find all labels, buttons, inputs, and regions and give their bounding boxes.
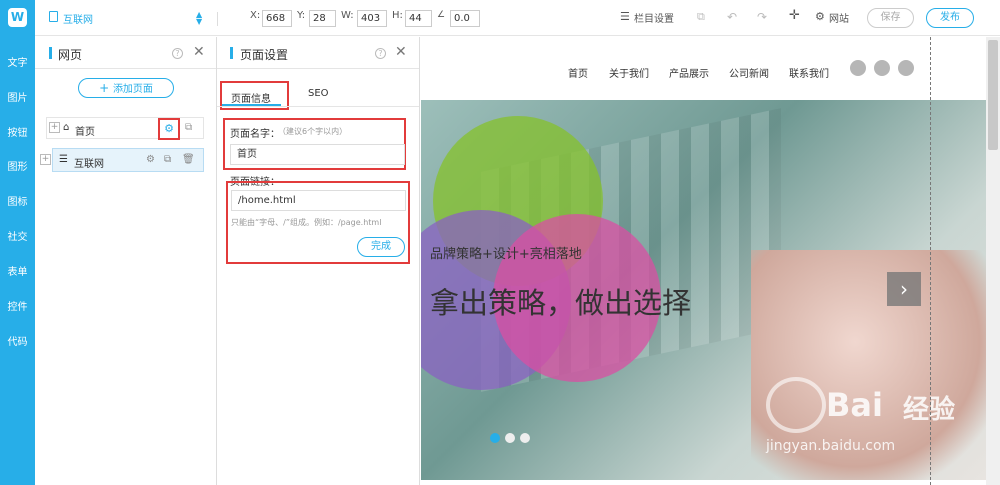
tab-label: 页面信息 <box>231 94 271 105</box>
pages-panel-title: 网页 <box>58 48 83 62</box>
sidebar-item-code[interactable]: 代码 <box>0 333 35 348</box>
divider <box>217 12 218 26</box>
wechat-icon[interactable] <box>874 60 890 76</box>
nav-products[interactable]: 产品展示 <box>669 65 709 80</box>
page-name-hint: （建议6个字以内） <box>278 127 348 136</box>
angle-input[interactable]: 0.0 <box>450 10 480 27</box>
y-label: Y: <box>297 10 306 21</box>
x-label: X: <box>250 10 261 21</box>
column-settings[interactable]: 栏目设置 <box>634 10 674 25</box>
sidebar-item-shape[interactable]: 图形 <box>0 158 35 173</box>
page-icon <box>49 11 58 22</box>
page-preview[interactable]: 首页 关于我们 产品展示 公司新闻 联系我们 品牌策略+设计+亮相落地 拿出策略… <box>421 37 986 485</box>
page-link-input[interactable]: /home.html <box>231 190 406 211</box>
site-settings[interactable]: 网站 <box>829 10 849 25</box>
delete-icon[interactable]: 🗑 <box>182 154 195 165</box>
hero-title: 拿出策略，做出选择 <box>430 286 692 320</box>
weibo-icon[interactable] <box>898 60 914 76</box>
watermark-brand: Bai <box>826 386 883 424</box>
tab-seo[interactable]: SEO <box>308 88 329 99</box>
site-switch-icon[interactable]: ▲ ▼ <box>196 11 202 26</box>
title-accent <box>230 47 233 59</box>
publish-button[interactable]: 发布 <box>926 8 974 28</box>
help-icon[interactable]: ? <box>172 48 183 59</box>
expand-icon[interactable]: + <box>40 154 51 165</box>
settings-panel-title: 页面设置 <box>240 48 289 62</box>
done-button[interactable]: 完成 <box>357 237 405 257</box>
gear-icon[interactable]: ⚙ <box>146 154 155 165</box>
qq-icon[interactable] <box>850 60 866 76</box>
guide-line <box>930 37 931 485</box>
carousel-dot[interactable] <box>520 433 530 443</box>
h-label: H: <box>392 10 403 21</box>
save-button[interactable]: 保存 <box>867 8 914 28</box>
redo-icon[interactable]: ↷ <box>757 10 767 24</box>
expand-icon[interactable]: + <box>49 122 60 133</box>
page-row-home[interactable]: + ⌂ 首页 ⚙ ⧉ <box>46 117 204 140</box>
page-row-internet[interactable]: + ☰ 互联网 ⚙ ⧉ 🗑 <box>40 148 204 172</box>
scrollbar-thumb[interactable] <box>988 40 998 150</box>
sidebar-item-icon[interactable]: 图标 <box>0 193 35 208</box>
watermark-url: jingyan.baidu.com <box>766 438 896 454</box>
sidebar-item-control[interactable]: 控件 <box>0 298 35 313</box>
site-name[interactable]: 互联网 <box>63 11 93 26</box>
add-page-button[interactable]: + 添加页面 <box>78 78 174 98</box>
close-icon[interactable]: ✕ <box>193 45 205 59</box>
close-icon[interactable]: ✕ <box>395 45 407 59</box>
undo-icon[interactable]: ↶ <box>727 10 737 24</box>
nav-contact[interactable]: 联系我们 <box>789 65 829 80</box>
copy-icon[interactable]: ⧉ <box>697 10 705 24</box>
carousel-dot-active[interactable] <box>490 433 500 443</box>
list-icon: ☰ <box>620 10 630 23</box>
logo-icon[interactable]: W <box>8 8 27 27</box>
help-icon[interactable]: ? <box>375 48 386 59</box>
crosshair-icon[interactable]: ✛ <box>789 8 800 23</box>
page-name-input[interactable]: 首页 <box>230 144 405 165</box>
baidu-paw-icon <box>766 377 826 433</box>
page-label: 互联网 <box>74 159 104 170</box>
hero-banner: 品牌策略+设计+亮相落地 拿出策略，做出选择 › Bai 经验 jingyan.… <box>421 100 986 480</box>
nav-about[interactable]: 关于我们 <box>609 65 649 80</box>
watermark-brand2: 经验 <box>903 395 956 425</box>
sidebar-item-text[interactable]: 文字 <box>0 54 35 69</box>
w-label: W: <box>341 10 354 21</box>
gear-icon[interactable]: ⚙ <box>815 10 825 23</box>
divider <box>35 68 216 69</box>
y-input[interactable]: 28 <box>309 10 336 27</box>
hero-subtitle: 品牌策略+设计+亮相落地 <box>430 247 582 262</box>
page-settings-panel: 页面设置 ? ✕ 页面信息 SEO 页面名字： （建议6个字以内） 首页 页面链… <box>217 37 420 485</box>
divider <box>217 68 419 69</box>
sidebar-item-button[interactable]: 按钮 <box>0 124 35 139</box>
sidebar-item-form[interactable]: 表单 <box>0 263 35 278</box>
page-link-hint: 只能由“字母、/”组成。例如：/page.html <box>231 218 382 227</box>
pages-panel: 网页 ? ✕ + 添加页面 + ⌂ 首页 ⚙ ⧉ + ☰ 互联网 ⚙ ⧉ 🗑 <box>35 37 217 485</box>
angle-icon: ∠ <box>437 10 446 20</box>
sidebar-item-image[interactable]: 图片 <box>0 89 35 104</box>
home-icon: ⌂ <box>63 122 70 133</box>
menu-icon: ☰ <box>59 154 68 165</box>
w-input[interactable]: 403 <box>357 10 387 27</box>
page-name-section: 页面名字： （建议6个字以内） 首页 <box>223 118 406 170</box>
page-settings-gear-icon[interactable]: ⚙ <box>158 118 180 140</box>
page-name-label: 页面名字： <box>230 129 280 140</box>
top-toolbar <box>0 0 1000 36</box>
nav-home[interactable]: 首页 <box>568 65 588 80</box>
h-input[interactable]: 44 <box>405 10 432 27</box>
plus-icon: + <box>99 81 113 95</box>
page-label: 首页 <box>75 127 95 138</box>
sidebar-item-social[interactable]: 社交 <box>0 228 35 243</box>
add-page-label: 添加页面 <box>112 84 153 95</box>
page-link-section: /home.html 只能由“字母、/”组成。例如：/page.html 完成 <box>226 181 410 264</box>
nav-news[interactable]: 公司新闻 <box>729 65 769 80</box>
title-accent <box>49 47 52 59</box>
divider <box>217 106 419 107</box>
copy-page-icon[interactable]: ⧉ <box>164 154 171 165</box>
copy-page-icon[interactable]: ⧉ <box>185 122 192 133</box>
carousel-dot[interactable] <box>505 433 515 443</box>
next-arrow-button[interactable]: › <box>887 272 921 306</box>
x-input[interactable]: 668 <box>262 10 292 27</box>
